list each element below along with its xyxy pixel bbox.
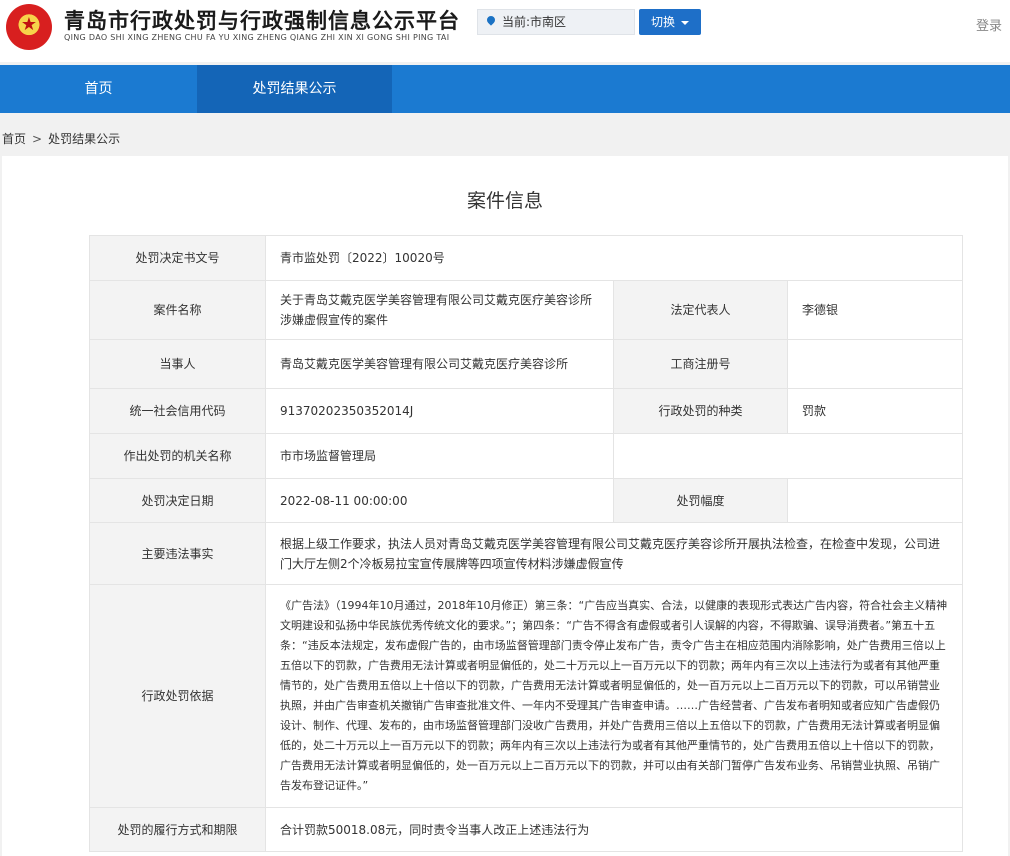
table-row: 处罚的履行方式和期限 合计罚款50018.08元，同时责令当事人改正上述违法行为 xyxy=(89,807,964,852)
penalty-type-value: 罚款 xyxy=(786,388,964,434)
breadcrumb-separator: > xyxy=(32,132,43,146)
page-title: 案件信息 xyxy=(466,190,543,212)
legal-rep-label: 法定代表人 xyxy=(613,280,788,340)
facts-label: 主要违法事实 xyxy=(89,522,266,585)
authority-value: 市市场监督管理局 xyxy=(265,433,614,479)
penalty-range-label: 处罚幅度 xyxy=(613,478,788,523)
basis-value: 《广告法》（1994年10月通过，2018年10月修正）第三条：“广告应当真实、… xyxy=(264,584,964,808)
reg-no-label: 工商注册号 xyxy=(613,339,788,389)
performance-value: 合计罚款50018.08元，同时责令当事人改正上述违法行为 xyxy=(264,807,964,852)
switch-location-button[interactable]: 切换 xyxy=(639,9,701,35)
table-row: 当事人 青岛艾戴克医学美容管理有限公司艾戴克医疗美容诊所 工商注册号 xyxy=(89,339,964,389)
party-value: 青岛艾戴克医学美容管理有限公司艾戴克医疗美容诊所 xyxy=(265,339,614,389)
decision-date-label: 处罚决定日期 xyxy=(89,478,266,523)
national-emblem-icon: ★ xyxy=(6,4,52,50)
nav-item-penalty-results[interactable]: 处罚结果公示 xyxy=(197,65,392,113)
table-row: 处罚决定书文号 青市监处罚〔2022〕10020号 xyxy=(89,235,964,281)
main-nav: 首页 处罚结果公示 xyxy=(0,65,1010,113)
empty-cell xyxy=(612,433,964,479)
table-row: 统一社会信用代码 91370202350352014J 行政处罚的种类 罚款 xyxy=(89,388,964,434)
location-text: 当前:市南区 xyxy=(502,15,567,29)
doc-no-value: 青市监处罚〔2022〕10020号 xyxy=(264,235,964,281)
basis-label: 行政处罚依据 xyxy=(89,584,266,808)
breadcrumb-home[interactable]: 首页 xyxy=(2,132,26,146)
facts-value: 根据上级工作要求，执法人员对青岛艾戴克医学美容管理有限公司艾戴克医疗美容诊所开展… xyxy=(264,522,964,585)
nav-item-home[interactable]: 首页 xyxy=(0,65,197,113)
credit-code-label: 统一社会信用代码 xyxy=(89,388,266,434)
location-display: 当前:市南区 xyxy=(477,9,635,35)
table-row: 主要违法事实 根据上级工作要求，执法人员对青岛艾戴克医学美容管理有限公司艾戴克医… xyxy=(89,522,964,585)
performance-label: 处罚的履行方式和期限 xyxy=(89,807,266,852)
location-pin-icon xyxy=(485,14,497,26)
party-label: 当事人 xyxy=(89,339,266,389)
case-name-label: 案件名称 xyxy=(89,280,266,340)
site-subtitle: QING DAO SHI XING ZHENG CHU FA YU XING Z… xyxy=(64,33,450,42)
decision-date-value: 2022-08-11 00:00:00 xyxy=(265,478,614,523)
doc-no-label: 处罚决定书文号 xyxy=(89,235,266,281)
credit-code-value: 91370202350352014J xyxy=(265,388,614,434)
penalty-range-value xyxy=(786,478,964,523)
site-title: 青岛市行政处罚与行政强制信息公示平台 xyxy=(64,9,460,33)
authority-label: 作出处罚的机关名称 xyxy=(89,433,266,479)
breadcrumb-current: 处罚结果公示 xyxy=(48,132,121,146)
switch-label: 切换 xyxy=(650,15,675,29)
penalty-type-label: 行政处罚的种类 xyxy=(613,388,788,434)
caret-down-icon xyxy=(681,20,689,25)
legal-rep-value: 李德银 xyxy=(786,280,964,340)
login-link[interactable]: 登录 xyxy=(976,15,1002,34)
case-name-value: 关于青岛艾戴克医学美容管理有限公司艾戴克医疗美容诊所涉嫌虚假宣传的案件 xyxy=(265,280,614,340)
table-row: 案件名称 关于青岛艾戴克医学美容管理有限公司艾戴克医疗美容诊所涉嫌虚假宣传的案件… xyxy=(89,280,964,340)
table-row: 作出处罚的机关名称 市市场监督管理局 xyxy=(89,433,964,479)
breadcrumb: 首页 > 处罚结果公示 xyxy=(2,130,120,147)
site-header: ★ 青岛市行政处罚与行政强制信息公示平台 QING DAO SHI XING Z… xyxy=(0,0,1010,62)
table-row: 行政处罚依据 《广告法》（1994年10月通过，2018年10月修正）第三条：“… xyxy=(89,584,964,808)
case-info-table: 处罚决定书文号 青市监处罚〔2022〕10020号 案件名称 关于青岛艾戴克医学… xyxy=(89,235,964,852)
table-row: 处罚决定日期 2022-08-11 00:00:00 处罚幅度 xyxy=(89,478,964,523)
reg-no-value xyxy=(786,339,964,389)
